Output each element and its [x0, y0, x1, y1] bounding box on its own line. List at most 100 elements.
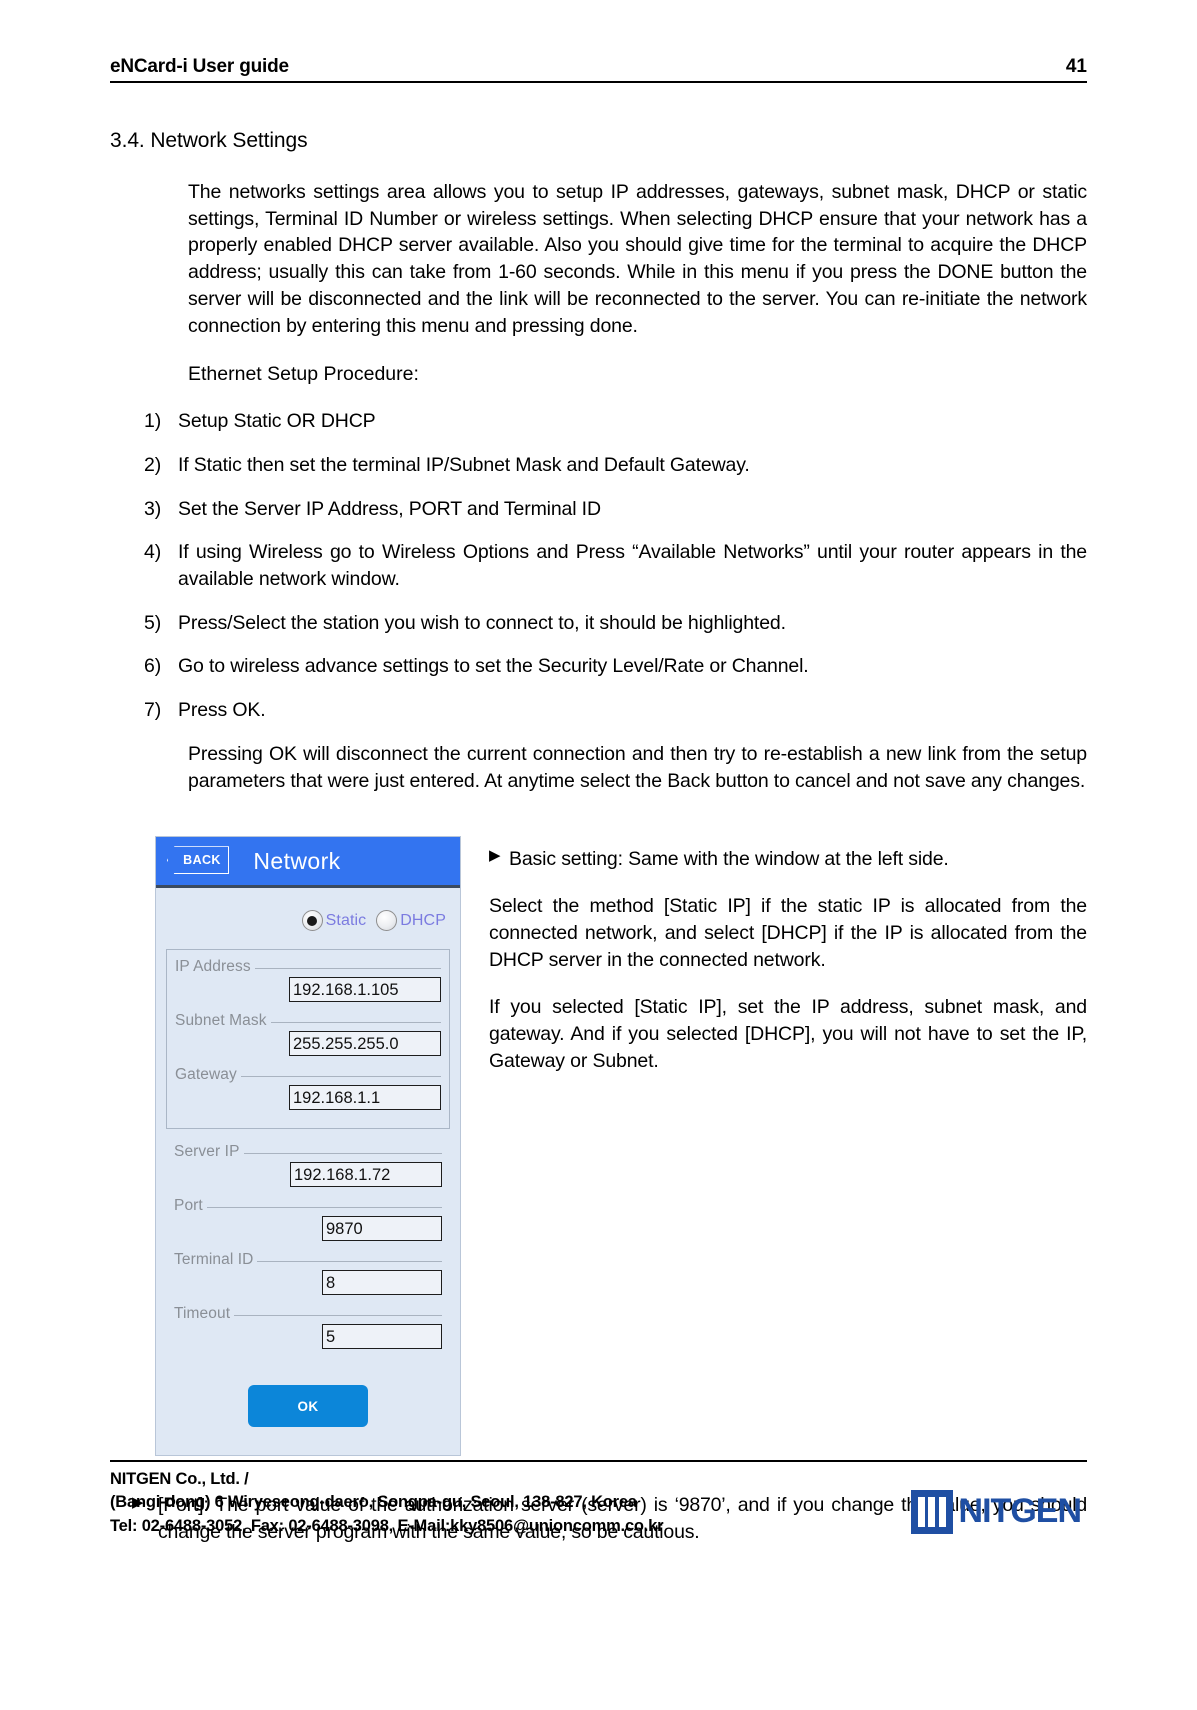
- ok-button-row: OK: [156, 1361, 460, 1455]
- radio-option-static[interactable]: Static: [301, 910, 367, 932]
- list-item: 5) Press/Select the station you wish to c…: [110, 610, 1087, 637]
- field-legend: Subnet Mask: [175, 1012, 441, 1030]
- step-text: Press OK.: [178, 699, 266, 722]
- device-titlebar: BACK Network: [156, 837, 460, 889]
- field-row: 5: [174, 1323, 442, 1350]
- ip-mode-radio-group: Static DHCP: [156, 888, 460, 945]
- input-timeout[interactable]: 5: [322, 1324, 442, 1350]
- field-port: Port 9870: [166, 1193, 450, 1247]
- legend-rule: [206, 1206, 442, 1208]
- field-row: 192.168.1.1: [175, 1084, 441, 1111]
- figure-note-2: Select the method [Static IP] if the sta…: [489, 893, 1087, 974]
- server-settings-group: Server IP 192.168.1.72 Port 9870 Termina…: [156, 1135, 460, 1361]
- field-legend: Timeout: [174, 1305, 442, 1323]
- footer-line-address: (Bangi-dong) 6 Wiryeseong-daero, Songpa-…: [110, 1493, 637, 1512]
- field-server-ip: Server IP 192.168.1.72: [166, 1139, 450, 1193]
- field-timeout: Timeout 5: [166, 1301, 450, 1355]
- step-text: Go to wireless advance settings to set t…: [178, 655, 809, 678]
- ok-button[interactable]: OK: [248, 1385, 368, 1428]
- section-heading: 3.4. Network Settings: [110, 129, 308, 152]
- figure-row: BACK Network Static DHCP IP Address 192.…: [110, 836, 1087, 1457]
- field-legend: Port: [174, 1197, 442, 1215]
- radio-selected-icon[interactable]: [301, 910, 323, 932]
- figure-note-3-text: If you selected [Static IP], set the IP …: [489, 995, 1087, 1072]
- field-gateway: Gateway 192.168.1.1: [167, 1062, 449, 1116]
- field-legend: Server IP: [174, 1143, 442, 1161]
- nitgen-logo-text: NITGEN: [958, 1492, 1082, 1531]
- step-text: Press/Select the station you wish to con…: [178, 611, 786, 634]
- document-page: eNCard-i User guide 41 3.4. Network Sett…: [0, 0, 1197, 1710]
- running-footer: NITGEN Co., Ltd. / (Bangi-dong) 6 Wiryes…: [110, 1459, 1087, 1538]
- device-screen-title: Network: [253, 847, 341, 874]
- running-header: eNCard-i User guide 41: [110, 0, 1087, 83]
- step-number: 4): [144, 541, 162, 564]
- input-server-ip[interactable]: 192.168.1.72: [290, 1162, 442, 1188]
- list-item: 3) Set the Server IP Address, PORT and Te…: [110, 496, 1087, 523]
- closing-paragraph: Pressing OK will disconnect the current …: [188, 742, 1087, 792]
- device-network-screen: BACK Network Static DHCP IP Address 192.…: [155, 836, 461, 1457]
- label-ip-address: IP Address: [175, 958, 251, 976]
- figure-note-2-text: Select the method [Static IP] if the sta…: [489, 895, 1087, 971]
- legend-rule: [234, 1314, 442, 1316]
- step-number: 5): [144, 611, 162, 634]
- step-text: If using Wireless go to Wireless Options…: [178, 541, 1087, 591]
- label-subnet-mask: Subnet Mask: [175, 1012, 267, 1030]
- setup-steps-list: 1) Setup Static OR DHCP 2) If Static then …: [110, 408, 1087, 724]
- input-ip-address[interactable]: 192.168.1.105: [289, 977, 441, 1003]
- list-item: 7) Press OK.: [110, 697, 1087, 724]
- label-server-ip: Server IP: [174, 1143, 240, 1161]
- step-number: 1): [144, 410, 162, 433]
- field-row: 8: [174, 1269, 442, 1296]
- radio-option-dhcp[interactable]: DHCP: [376, 910, 446, 932]
- device-body: Static DHCP IP Address 192.168.1.105 Sub…: [156, 888, 460, 1456]
- step-number: 2): [144, 453, 162, 476]
- page-number: 41: [1065, 56, 1087, 77]
- input-subnet-mask[interactable]: 255.255.255.0: [289, 1031, 441, 1057]
- step-text: Setup Static OR DHCP: [178, 410, 376, 433]
- document-title: eNCard-i User guide: [110, 56, 289, 77]
- intro-paragraph: The networks settings area allows you to…: [188, 181, 1087, 337]
- legend-rule: [257, 1260, 442, 1262]
- step-number: 3): [144, 497, 162, 520]
- field-row: 9870: [174, 1215, 442, 1242]
- figure-note-1-text: Basic setting: Same with the window at t…: [509, 848, 949, 871]
- field-ip-address: IP Address 192.168.1.105: [167, 954, 449, 1008]
- label-gateway: Gateway: [175, 1066, 237, 1084]
- static-ip-group: IP Address 192.168.1.105 Subnet Mask 255…: [166, 949, 450, 1130]
- field-legend: IP Address: [175, 958, 441, 976]
- list-item: 2) If Static then set the terminal IP/Sub…: [110, 452, 1087, 479]
- footer-address-block: NITGEN Co., Ltd. / (Bangi-dong) 6 Wiryes…: [110, 1468, 664, 1538]
- radio-unselected-icon[interactable]: [376, 910, 398, 932]
- footer-line-company: NITGEN Co., Ltd. /: [110, 1469, 249, 1488]
- figure-notes: ▶ Basic setting: Same with the window at…: [489, 836, 1087, 1094]
- field-legend: Terminal ID: [174, 1251, 442, 1269]
- legend-rule: [270, 1021, 441, 1023]
- footer-line-contact: Tel: 02-6488-3052, Fax: 02-6488-3098, E-…: [110, 1516, 664, 1535]
- label-port: Port: [174, 1197, 203, 1215]
- input-gateway[interactable]: 192.168.1.1: [289, 1085, 441, 1111]
- triangle-right-icon: ▶: [489, 847, 501, 865]
- list-item: 1) Setup Static OR DHCP: [110, 408, 1087, 435]
- list-item: 4) If using Wireless go to Wireless Optio…: [110, 539, 1087, 592]
- radio-label-static: Static: [325, 911, 367, 929]
- field-subnet-mask: Subnet Mask 255.255.255.0: [167, 1008, 449, 1062]
- back-button[interactable]: BACK: [167, 846, 229, 875]
- radio-label-dhcp: DHCP: [400, 911, 446, 929]
- label-terminal-id: Terminal ID: [174, 1251, 254, 1269]
- figure-note-3: If you selected [Static IP], set the IP …: [489, 994, 1087, 1075]
- step-number: 7): [144, 699, 162, 722]
- input-port[interactable]: 9870: [322, 1216, 442, 1242]
- field-row: 255.255.255.0: [175, 1030, 441, 1057]
- field-terminal-id: Terminal ID 8: [166, 1247, 450, 1301]
- legend-rule: [240, 1075, 441, 1077]
- legend-rule: [254, 967, 441, 969]
- step-text: If Static then set the terminal IP/Subne…: [178, 453, 750, 476]
- procedure-label: Ethernet Setup Procedure:: [188, 363, 419, 386]
- figure-note-1: ▶ Basic setting: Same with the window at…: [489, 846, 1087, 873]
- input-terminal-id[interactable]: 8: [322, 1270, 442, 1296]
- nitgen-logo-mark-icon: [910, 1489, 953, 1534]
- label-timeout: Timeout: [174, 1305, 231, 1323]
- nitgen-logo: NITGEN: [910, 1468, 1087, 1534]
- legend-rule: [243, 1152, 442, 1154]
- step-text: Set the Server IP Address, PORT and Term…: [178, 497, 601, 520]
